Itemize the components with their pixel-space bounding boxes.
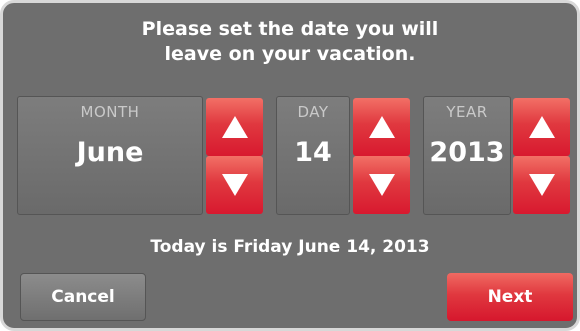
year-up-button[interactable] [513, 98, 570, 156]
year-label: YEAR [446, 103, 488, 121]
instruction-text: Please set the date you will leave on yo… [141, 18, 439, 65]
month-field: MONTH June [17, 96, 203, 215]
today-date-text: Today is Friday June 14, 2013 [150, 237, 430, 257]
month-up-button[interactable] [206, 98, 263, 156]
arrow-up-icon [221, 116, 248, 138]
year-down-button[interactable] [513, 156, 570, 214]
thermostat-screen: Please set the date you will leave on yo… [0, 0, 580, 331]
cancel-button[interactable]: Cancel [20, 273, 146, 321]
day-field: DAY 14 [276, 96, 350, 215]
year-field: YEAR 2013 [423, 96, 511, 215]
day-label: DAY [297, 103, 329, 121]
year-value: 2013 [429, 137, 505, 168]
arrow-down-icon [528, 174, 555, 196]
day-value: 14 [294, 137, 332, 168]
arrow-down-icon [368, 174, 395, 196]
month-down-button[interactable] [206, 156, 263, 214]
month-label: MONTH [80, 103, 140, 121]
month-value: June [76, 137, 144, 168]
arrow-up-icon [368, 116, 395, 138]
day-down-button[interactable] [353, 156, 410, 214]
next-button[interactable]: Next [447, 273, 573, 321]
day-up-button[interactable] [353, 98, 410, 156]
arrow-up-icon [528, 116, 555, 138]
arrow-down-icon [221, 174, 248, 196]
